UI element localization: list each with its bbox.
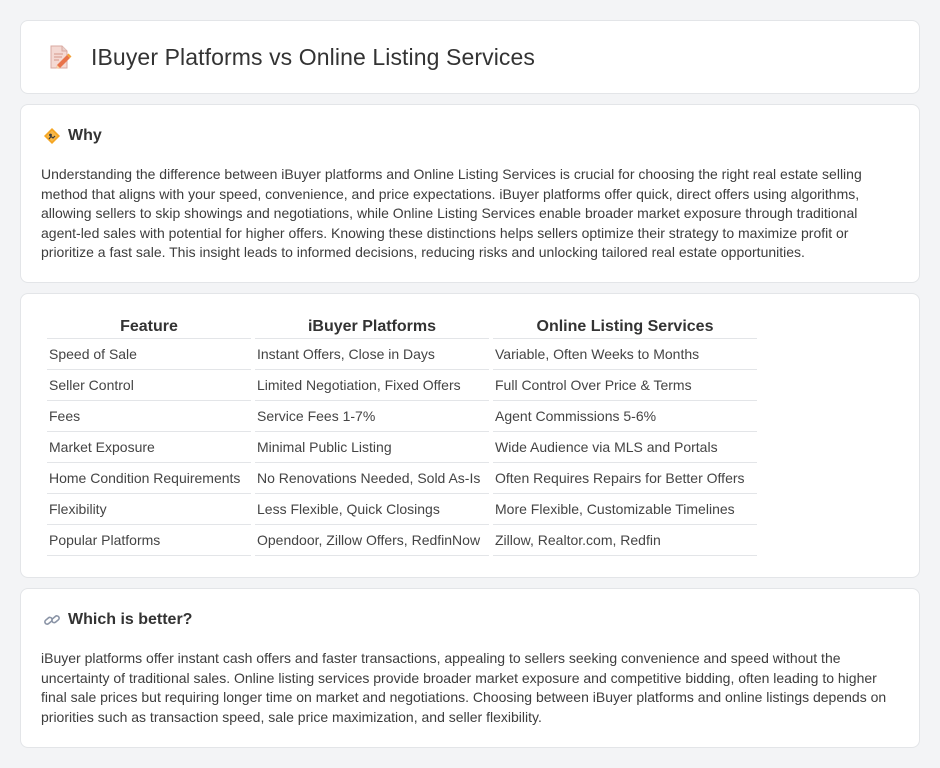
title-row: IBuyer Platforms vs Online Listing Servi… [45, 43, 535, 71]
table-cell-feature: Speed of Sale [47, 339, 251, 370]
why-section: Why Understanding the difference between… [20, 104, 920, 283]
table-row: Fees Service Fees 1-7% Agent Commissions… [47, 401, 757, 432]
page-title: IBuyer Platforms vs Online Listing Servi… [91, 43, 536, 70]
comparison-table: Feature iBuyer Platforms Online Listing … [43, 318, 761, 556]
table-cell-feature: Popular Platforms [47, 525, 251, 556]
why-body: Understanding the difference between iBu… [41, 166, 862, 261]
better-heading-row: Which is better? [43, 611, 192, 629]
table-cell-online-listing: More Flexible, Customizable Timelines [493, 494, 757, 525]
table-cell-online-listing: Variable, Often Weeks to Months [493, 339, 757, 370]
table-cell-ibuyer: Minimal Public Listing [255, 432, 489, 463]
better-heading: Which is better? [68, 611, 193, 628]
table-header-row: Feature iBuyer Platforms Online Listing … [47, 318, 757, 339]
table-cell-ibuyer: Opendoor, Zillow Offers, RedfinNow [255, 525, 489, 556]
table-cell-ibuyer: No Renovations Needed, Sold As-Is [255, 463, 489, 494]
column-header-online-listing: Online Listing Services [493, 318, 757, 339]
column-header-feature: Feature [47, 318, 251, 339]
table-cell-feature: Home Condition Requirements [47, 463, 251, 494]
table-cell-online-listing: Wide Audience via MLS and Portals [493, 432, 757, 463]
table-cell-ibuyer: Less Flexible, Quick Closings [255, 494, 489, 525]
table-cell-online-listing: Agent Commissions 5-6% [493, 401, 757, 432]
table-row: Seller Control Limited Negotiation, Fixe… [47, 370, 757, 401]
table-row: Speed of Sale Instant Offers, Close in D… [47, 339, 757, 370]
table-cell-feature: Seller Control [47, 370, 251, 401]
document-pencil-icon [50, 45, 72, 69]
why-heading-row: Why [43, 127, 102, 145]
link-icon [44, 615, 60, 625]
diamond-sign-icon [44, 128, 60, 144]
better-body: iBuyer platforms offer instant cash offe… [41, 650, 887, 725]
why-heading: Why [68, 127, 102, 144]
which-is-better-section: Which is better? iBuyer platforms offer … [20, 588, 920, 748]
table-cell-ibuyer: Service Fees 1-7% [255, 401, 489, 432]
header-card: IBuyer Platforms vs Online Listing Servi… [20, 20, 920, 94]
table-row: Flexibility Less Flexible, Quick Closing… [47, 494, 757, 525]
table-cell-feature: Fees [47, 401, 251, 432]
table-cell-ibuyer: Instant Offers, Close in Days [255, 339, 489, 370]
table-row: Home Condition Requirements No Renovatio… [47, 463, 757, 494]
comparison-section: Feature iBuyer Platforms Online Listing … [20, 293, 920, 578]
table-cell-online-listing: Full Control Over Price & Terms [493, 370, 757, 401]
table-cell-feature: Market Exposure [47, 432, 251, 463]
table-cell-ibuyer: Limited Negotiation, Fixed Offers [255, 370, 489, 401]
table-row: Market Exposure Minimal Public Listing W… [47, 432, 757, 463]
table-cell-feature: Flexibility [47, 494, 251, 525]
column-header-ibuyer: iBuyer Platforms [255, 318, 489, 339]
table-row: Popular Platforms Opendoor, Zillow Offer… [47, 525, 757, 556]
table-cell-online-listing: Often Requires Repairs for Better Offers [493, 463, 757, 494]
table-cell-online-listing: Zillow, Realtor.com, Redfin [493, 525, 757, 556]
